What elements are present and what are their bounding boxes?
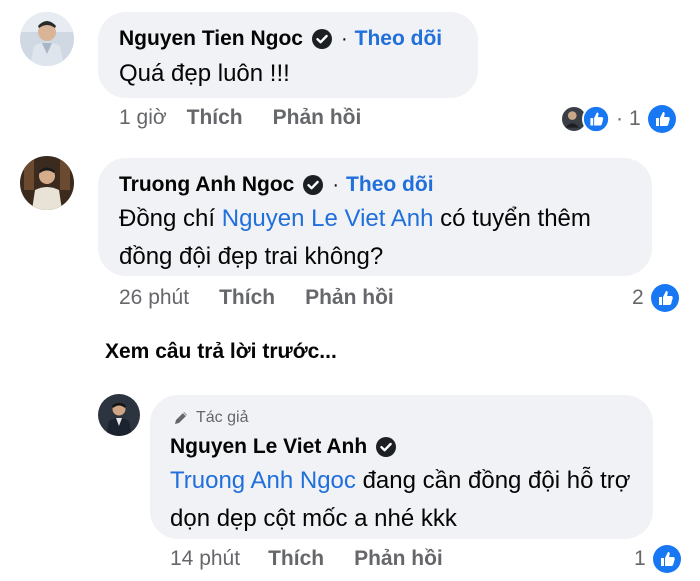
author-badge-label: Tác giả xyxy=(196,409,249,426)
reply-text: Truong Anh Ngoc đang cần đồng đội hỗ trợ… xyxy=(170,462,640,538)
author-name[interactable]: Nguyen Le Viet Anh xyxy=(170,435,367,459)
reaction-count: 1 xyxy=(634,547,646,570)
reply-button[interactable]: Phản hồi xyxy=(354,547,443,571)
verified-badge-icon xyxy=(302,174,324,196)
timestamp[interactable]: 1 giờ xyxy=(119,106,167,130)
like-button[interactable]: Thích xyxy=(187,106,243,130)
reply-header: Nguyen Le Viet Anh xyxy=(170,435,397,459)
mention-link[interactable]: Truong Anh Ngoc xyxy=(170,467,356,494)
like-button[interactable]: Thích xyxy=(268,547,324,571)
reply-actions: 14 phút Thích Phản hồi xyxy=(170,547,443,571)
reply-button[interactable]: Phản hồi xyxy=(305,286,394,310)
reaction-summary[interactable]: 1 xyxy=(634,544,682,574)
comment-text: Đồng chí Nguyen Le Viet Anh có tuyển thê… xyxy=(119,200,639,276)
avatar-nguyen-tien-ngoc[interactable] xyxy=(20,12,74,66)
follow-button[interactable]: Theo dõi xyxy=(355,27,443,51)
comment-header: Nguyen Tien Ngoc · Theo dõi xyxy=(119,27,442,51)
follow-button[interactable]: Theo dõi xyxy=(346,173,434,197)
reaction-count: 2 xyxy=(632,286,644,309)
reply-button[interactable]: Phản hồi xyxy=(273,106,362,130)
reaction-count: 1 xyxy=(629,107,641,130)
reaction-dot: · xyxy=(616,107,623,130)
like-button[interactable]: Thích xyxy=(219,286,275,310)
comment-header: Truong Anh Ngoc · Theo dõi xyxy=(119,173,434,197)
comment-body: Đồng chí xyxy=(119,205,222,232)
like-reaction-icon xyxy=(652,544,682,574)
mention-link[interactable]: Nguyen Le Viet Anh xyxy=(222,205,434,232)
reaction-summary[interactable]: · 1 xyxy=(560,104,677,134)
like-reaction-icon xyxy=(647,104,677,134)
comment-text: Quá đẹp luôn !!! xyxy=(119,55,469,93)
author-name[interactable]: Truong Anh Ngoc xyxy=(119,173,294,197)
separator-dot: · xyxy=(340,27,348,50)
timestamp[interactable]: 14 phút xyxy=(170,547,240,571)
verified-badge-icon xyxy=(311,28,333,50)
comment-actions: 26 phút Thích Phản hồi xyxy=(119,286,394,310)
verified-badge-icon xyxy=(375,436,397,458)
avatar-nguyen-le-viet-anh[interactable] xyxy=(98,394,140,436)
reaction-summary[interactable]: 2 xyxy=(632,283,680,313)
author-badge: Tác giả xyxy=(172,409,248,427)
like-reaction-icon xyxy=(650,283,680,313)
like-reaction-icon xyxy=(582,105,610,133)
pen-icon xyxy=(175,412,187,424)
comment-body: Quá đẹp luôn !!! xyxy=(119,60,290,87)
view-previous-replies-link[interactable]: Xem câu trả lời trước... xyxy=(105,340,337,364)
avatar-truong-anh-ngoc[interactable] xyxy=(20,156,74,210)
comment-actions: 1 giờ Thích Phản hồi xyxy=(119,106,361,130)
separator-dot: · xyxy=(332,173,340,196)
timestamp[interactable]: 26 phút xyxy=(119,286,189,310)
author-name[interactable]: Nguyen Tien Ngoc xyxy=(119,27,303,51)
